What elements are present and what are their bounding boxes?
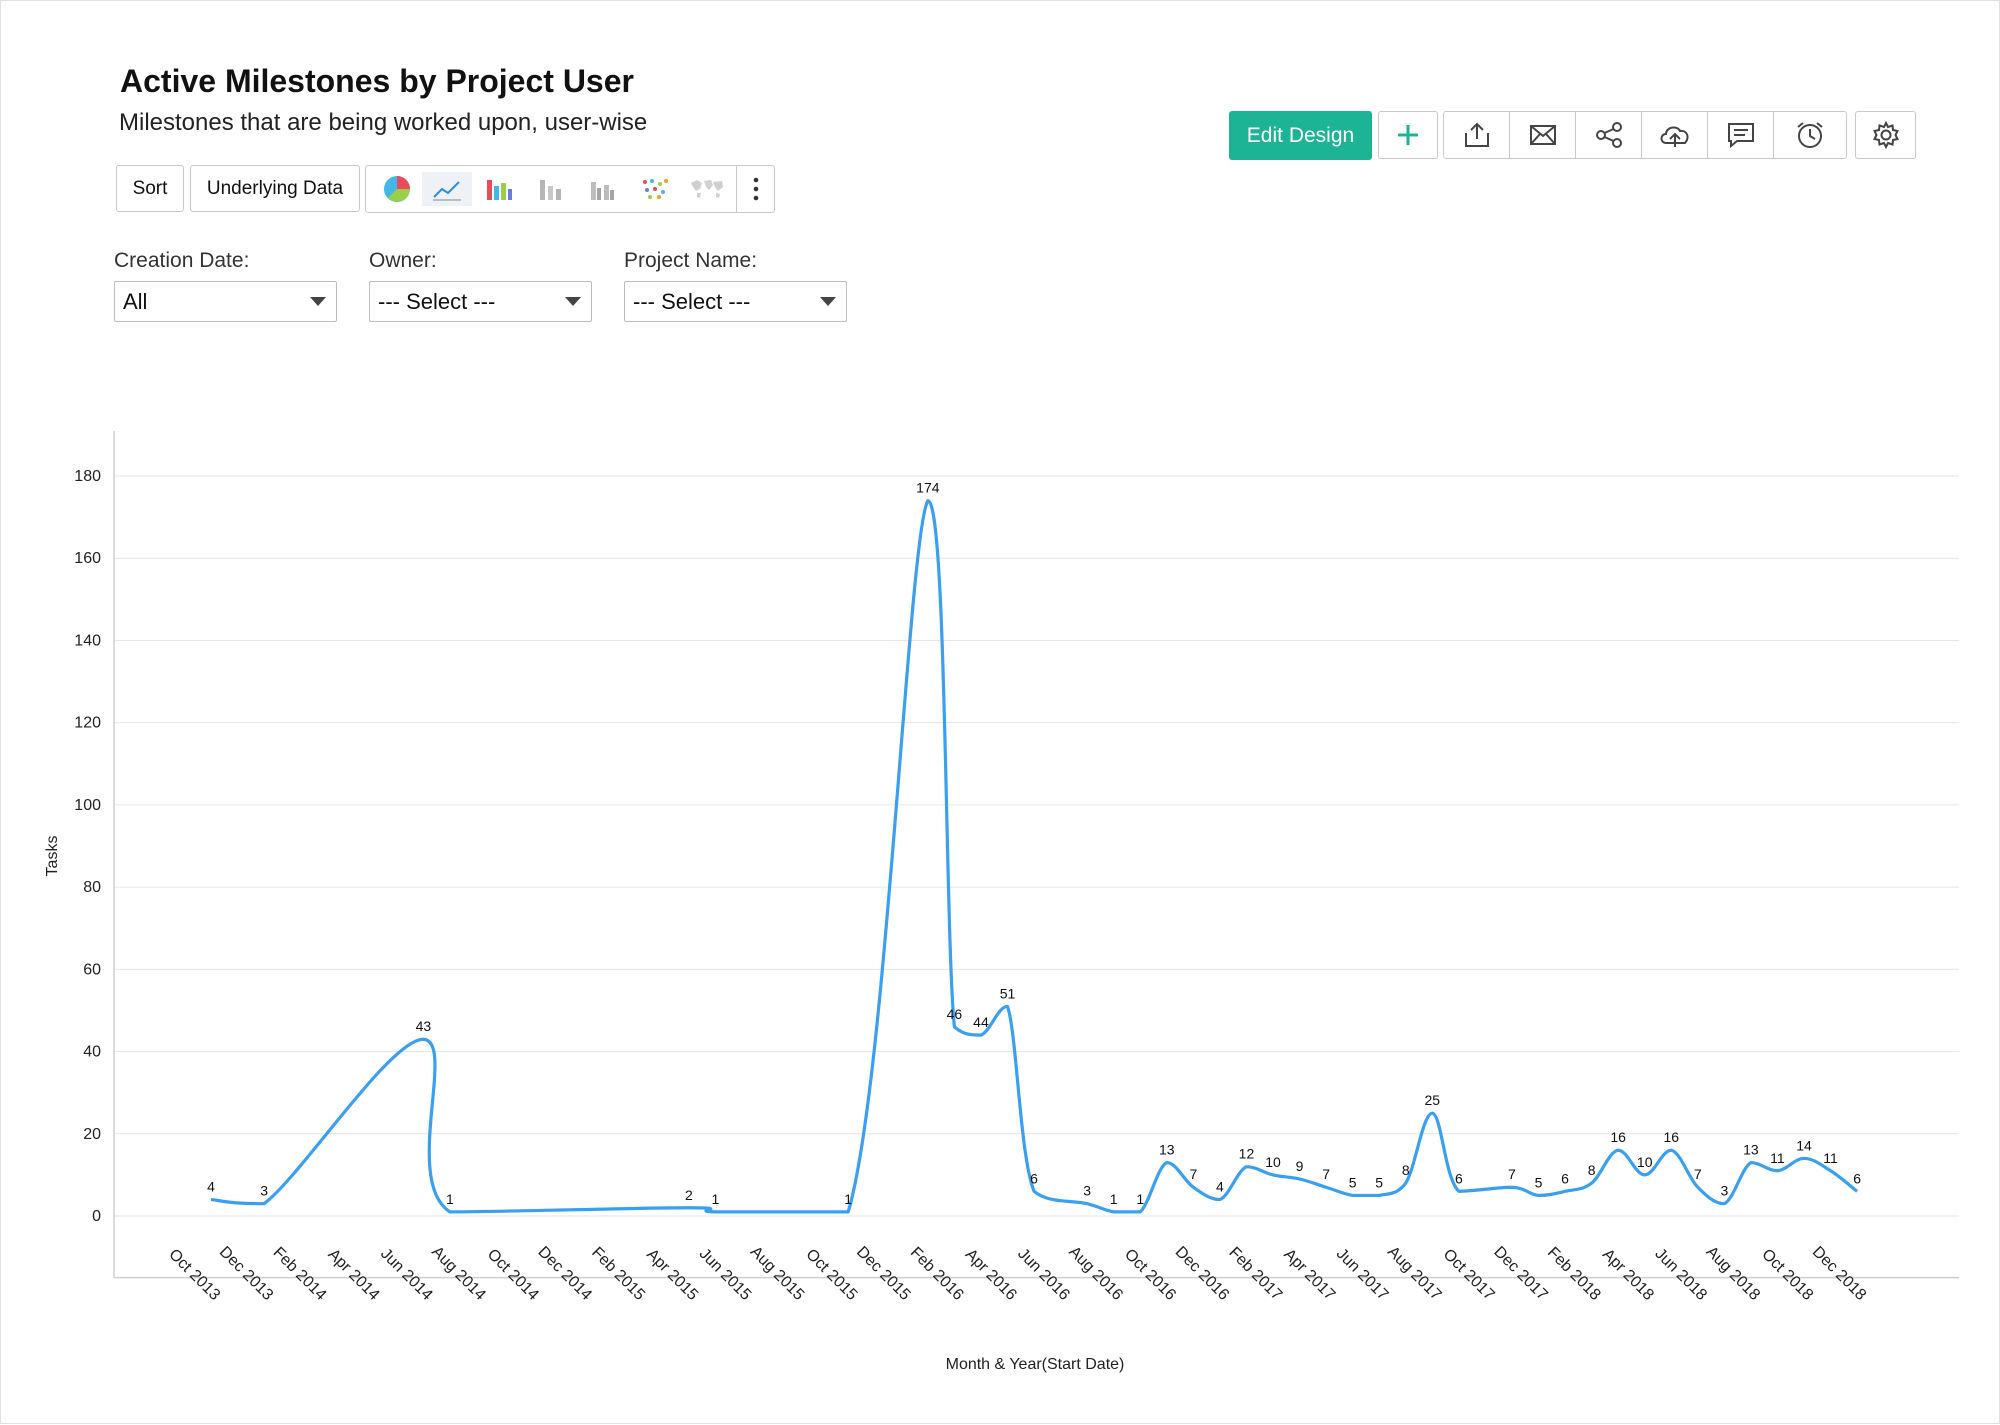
data-label: 5 bbox=[1349, 1174, 1357, 1190]
x-tick-label: Dec 2013 bbox=[216, 1243, 277, 1304]
line-chart: 0 20 40 60 80 100 120 140 160 180 Oct 2013Dec 2013… bbox=[44, 431, 1959, 1373]
data-label: 6 bbox=[1455, 1170, 1463, 1186]
data-label: 46 bbox=[947, 1006, 963, 1022]
data-label: 8 bbox=[1402, 1162, 1410, 1178]
x-tick-label: Oct 2014 bbox=[484, 1246, 542, 1304]
x-tick-label: Dec 2016 bbox=[1172, 1243, 1233, 1304]
data-label: 11 bbox=[1823, 1150, 1838, 1166]
y-tick-label: 160 bbox=[74, 550, 101, 567]
x-tick-label: Jun 2014 bbox=[377, 1245, 436, 1304]
x-tick-label: Jun 2018 bbox=[1651, 1245, 1710, 1304]
x-tick-label: Dec 2018 bbox=[1809, 1243, 1870, 1304]
data-label: 4 bbox=[1216, 1179, 1224, 1195]
data-label: 14 bbox=[1796, 1137, 1812, 1153]
data-label: 10 bbox=[1637, 1154, 1653, 1170]
x-tick-label: Feb 2018 bbox=[1544, 1244, 1604, 1304]
data-label: 7 bbox=[1322, 1166, 1330, 1182]
x-tick-label: Dec 2017 bbox=[1490, 1243, 1551, 1304]
y-axis-title: Tasks bbox=[44, 836, 61, 877]
data-label: 8 bbox=[1588, 1162, 1596, 1178]
data-label: 1 bbox=[844, 1191, 852, 1207]
x-tick-label: Aug 2015 bbox=[747, 1243, 808, 1304]
data-label: 7 bbox=[1508, 1166, 1516, 1182]
x-axis-title: Month & Year(Start Date) bbox=[946, 1356, 1125, 1373]
x-tick-label: Jun 2017 bbox=[1333, 1245, 1392, 1304]
data-label: 3 bbox=[1720, 1183, 1728, 1199]
y-tick-label: 140 bbox=[74, 632, 101, 649]
x-tick-label: Feb 2015 bbox=[588, 1244, 648, 1304]
data-label: 44 bbox=[973, 1014, 989, 1030]
data-label: 4 bbox=[207, 1179, 215, 1195]
data-label: 174 bbox=[916, 480, 940, 496]
data-label: 5 bbox=[1535, 1174, 1543, 1190]
y-tick-label: 120 bbox=[74, 715, 101, 732]
y-tick-label: 100 bbox=[74, 797, 101, 814]
x-tick-label: Oct 2016 bbox=[1121, 1246, 1179, 1304]
x-tick-label: Aug 2016 bbox=[1065, 1243, 1126, 1304]
data-label: 1 bbox=[1136, 1191, 1144, 1207]
data-label: 43 bbox=[416, 1018, 432, 1034]
data-label: 9 bbox=[1296, 1158, 1304, 1174]
x-tick-label: Oct 2015 bbox=[802, 1246, 860, 1304]
x-tick-label: Aug 2018 bbox=[1703, 1243, 1764, 1304]
x-tick-label: Feb 2016 bbox=[907, 1244, 967, 1304]
x-tick-label: Oct 2017 bbox=[1440, 1246, 1498, 1304]
series-line bbox=[210, 499, 1859, 1214]
x-tick-label: Apr 2017 bbox=[1280, 1246, 1338, 1304]
data-label: 13 bbox=[1159, 1142, 1175, 1158]
y-tick-label: 180 bbox=[74, 468, 101, 485]
data-label: 1 bbox=[1110, 1191, 1118, 1207]
data-label: 16 bbox=[1663, 1129, 1679, 1145]
data-label: 6 bbox=[1853, 1170, 1861, 1186]
data-label: 16 bbox=[1610, 1129, 1626, 1145]
y-tick-label: 80 bbox=[83, 879, 101, 896]
y-tick-label: 60 bbox=[83, 961, 101, 978]
data-label: 10 bbox=[1265, 1154, 1281, 1170]
data-label: 7 bbox=[1189, 1166, 1197, 1182]
x-tick-label: Aug 2014 bbox=[428, 1243, 489, 1304]
data-label: 1 bbox=[712, 1191, 720, 1207]
data-label: 6 bbox=[1561, 1170, 1569, 1186]
data-label: 2 bbox=[685, 1187, 693, 1203]
data-label: 1 bbox=[446, 1191, 454, 1207]
data-label: 25 bbox=[1425, 1092, 1441, 1108]
data-label: 5 bbox=[1375, 1174, 1383, 1190]
data-label: 3 bbox=[260, 1183, 268, 1199]
x-tick-label: Jun 2015 bbox=[696, 1245, 755, 1304]
x-tick-label: Apr 2018 bbox=[1599, 1246, 1657, 1304]
data-label: 7 bbox=[1694, 1166, 1702, 1182]
x-tick-label: Apr 2016 bbox=[962, 1246, 1020, 1304]
x-tick-label: Apr 2015 bbox=[643, 1246, 701, 1304]
y-tick-label: 0 bbox=[92, 1208, 101, 1225]
x-tick-label: Oct 2018 bbox=[1758, 1246, 1816, 1304]
x-tick-label: Oct 2013 bbox=[165, 1246, 223, 1304]
x-tick-label: Dec 2014 bbox=[534, 1243, 595, 1304]
report-page: Active Milestones by Project User Milest… bbox=[0, 0, 2000, 1424]
y-tick-label: 40 bbox=[83, 1044, 101, 1061]
data-label: 51 bbox=[1000, 985, 1016, 1001]
data-label: 12 bbox=[1239, 1146, 1255, 1162]
x-tick-label: Jun 2016 bbox=[1014, 1245, 1073, 1304]
data-label: 3 bbox=[1083, 1183, 1091, 1199]
x-tick-label: Apr 2014 bbox=[325, 1246, 383, 1304]
y-tick-label: 20 bbox=[83, 1126, 101, 1143]
x-tick-label: Dec 2015 bbox=[853, 1243, 914, 1304]
data-label: 13 bbox=[1743, 1142, 1759, 1158]
x-tick-label: Feb 2017 bbox=[1225, 1244, 1285, 1304]
data-label: 6 bbox=[1030, 1170, 1038, 1186]
data-label: 11 bbox=[1770, 1150, 1785, 1166]
x-tick-label: Aug 2017 bbox=[1384, 1243, 1445, 1304]
x-tick-label: Feb 2014 bbox=[270, 1244, 330, 1304]
